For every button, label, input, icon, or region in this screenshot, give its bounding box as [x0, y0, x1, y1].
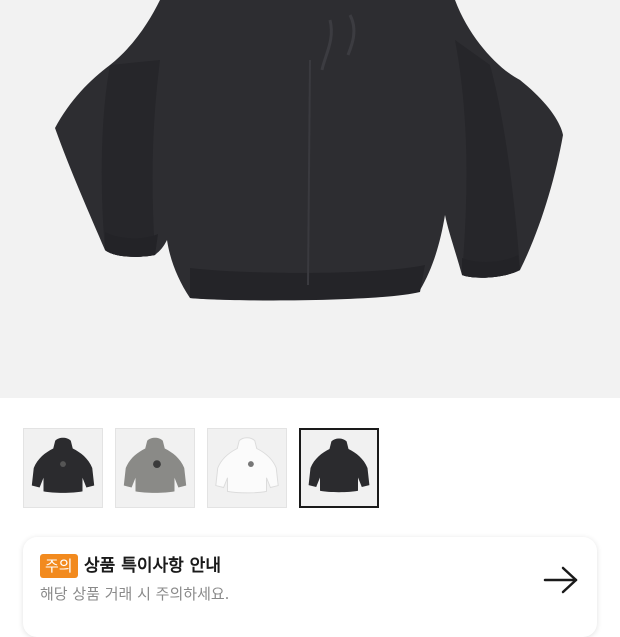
product-main-image[interactable]	[0, 0, 620, 398]
hoodie-thumb-icon	[308, 438, 370, 493]
thumbnail-black-hoodie-selected[interactable]	[299, 428, 379, 508]
hoodie-thumb-icon	[31, 437, 95, 493]
notice-title: 상품 특이사항 안내	[84, 556, 221, 576]
notice-subtitle: 해당 상품 거래 시 주의하세요.	[40, 585, 230, 603]
thumbnail-gray-hoodie[interactable]	[115, 428, 195, 508]
arrow-right-icon[interactable]	[543, 565, 579, 595]
thumbnail-strip	[23, 428, 379, 508]
thumbnail-white-hoodie[interactable]	[207, 428, 287, 508]
hoodie-thumb-icon	[215, 437, 279, 494]
thumbnail-black-hoodie[interactable]	[23, 428, 103, 508]
hoodie-illustration	[55, 0, 563, 301]
caution-badge: 주의	[40, 554, 78, 578]
hoodie-thumb-icon	[123, 437, 187, 493]
product-notice-card[interactable]: 주의 상품 특이사항 안내 해당 상품 거래 시 주의하세요.	[23, 537, 597, 637]
